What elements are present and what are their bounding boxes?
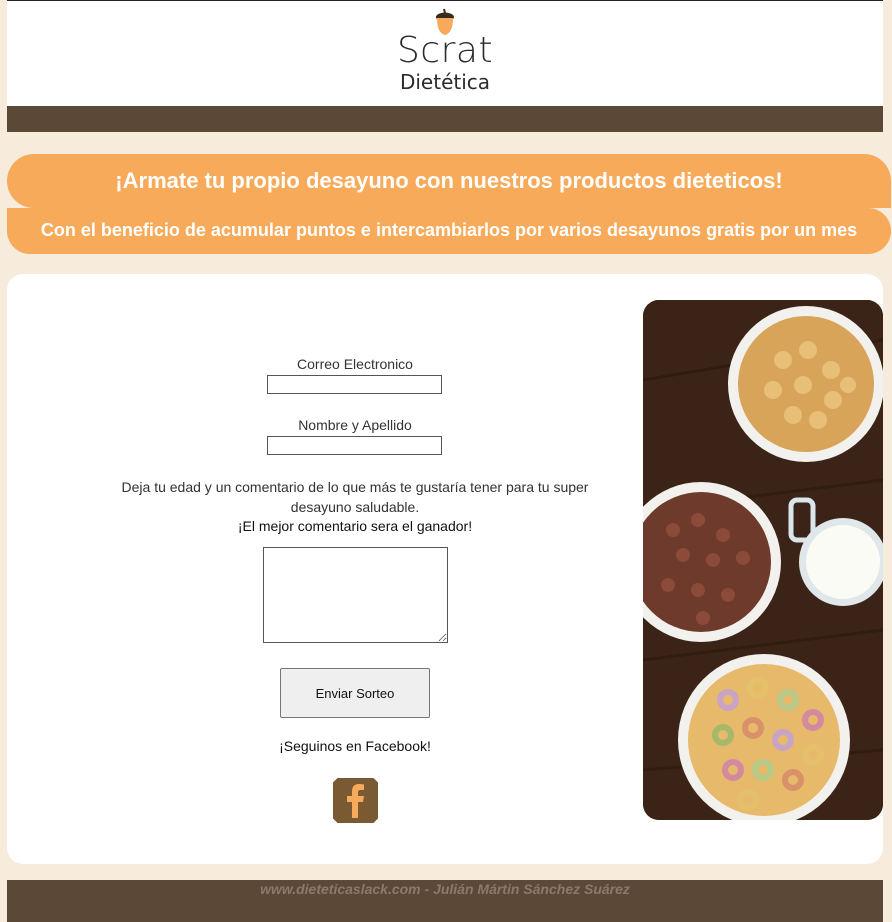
submit-button[interactable]: Enviar Sorteo <box>280 668 430 718</box>
facebook-icon <box>346 783 364 818</box>
winner-note: ¡El mejor comentario sera el ganador! <box>237 518 473 534</box>
facebook-link[interactable] <box>333 778 378 823</box>
footer: www.dieteticaslack.com - Julián Mártin S… <box>7 880 883 922</box>
cereal-bowls-photo <box>643 300 883 820</box>
banner-headline: ¡Armate tu propio desayuno con nuestros … <box>7 154 891 208</box>
email-field[interactable] <box>267 375 442 394</box>
footer-text[interactable]: www.dieteticaslack.com - Julián Mártin S… <box>260 881 630 897</box>
name-field[interactable] <box>267 436 442 455</box>
name-label: Nombre y Apellido <box>298 417 412 433</box>
facebook-text: ¡Seguinos en Facebook! <box>279 738 431 754</box>
comment-instructions: Deja tu edad y un comentario de lo que m… <box>121 479 589 515</box>
header-bar <box>7 106 883 132</box>
comment-textarea[interactable] <box>263 547 448 643</box>
logo[interactable]: Scrat Dietética <box>7 7 883 93</box>
brand-subtitle: Dietética <box>399 70 491 94</box>
contest-card: Correo Electronico Nombre y Apellido Dej… <box>7 274 883 864</box>
cereal-image <box>643 300 883 820</box>
email-label: Correo Electronico <box>297 356 413 372</box>
header: Scrat Dietética <box>7 0 883 107</box>
banner-subheadline: Con el beneficio de acumular puntos e in… <box>7 208 891 254</box>
brand-name: Scrat <box>396 30 494 71</box>
